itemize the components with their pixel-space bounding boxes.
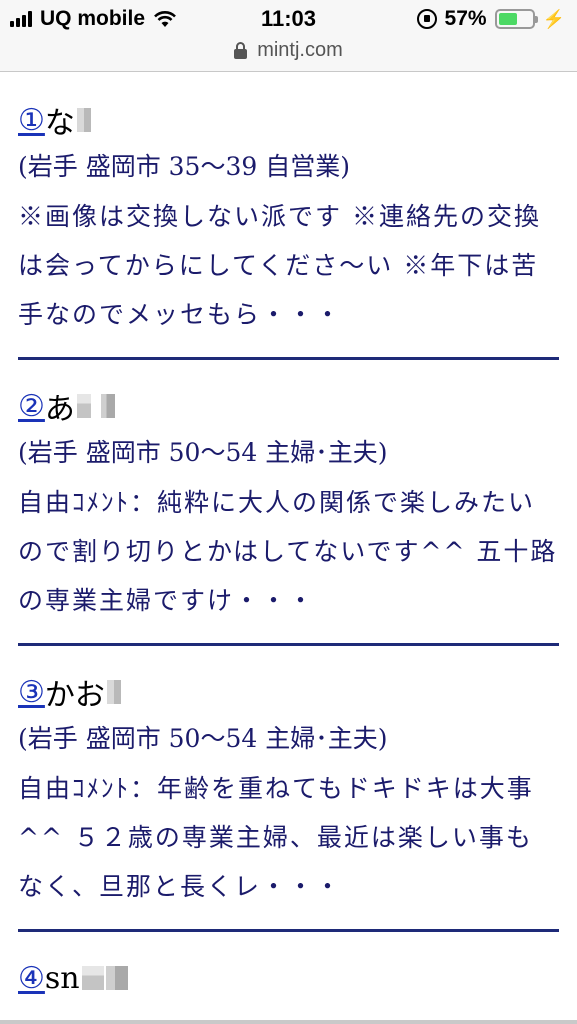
lock-icon [234, 42, 248, 59]
profile-list: ① な (岩手 盛岡市 35〜39 自営業) ※画像は交換しない派です ※連絡先… [18, 90, 559, 1000]
list-item: ④ sn [18, 948, 559, 1000]
divider [18, 929, 559, 932]
entry-number-link[interactable]: ④ [18, 961, 45, 996]
entry-name: あ [44, 392, 75, 427]
blurred-name [76, 394, 91, 418]
address-bar[interactable]: mintj.com [0, 38, 577, 72]
list-item: ① な (岩手 盛岡市 35〜39 自営業) ※画像は交換しない派です ※連絡先… [18, 90, 559, 360]
entry-number-link[interactable]: ② [18, 389, 45, 424]
entry-header: ① な [18, 98, 559, 142]
entry-name: な [44, 106, 75, 141]
blurred-name [106, 680, 121, 704]
url-text: mintj.com [257, 39, 343, 61]
entry-name: sn [44, 960, 80, 996]
battery-icon [494, 9, 538, 29]
entry-info: (岩手 盛岡市 50〜54 主婦･主夫) [18, 724, 388, 753]
divider [18, 357, 559, 360]
battery-fill [498, 13, 517, 25]
battery-percent: 57% [444, 7, 487, 30]
entry-text: 自由ｺﾒﾝﾄ：年齢を重ねてもドキドキは大事^^ ５２歳の専業主婦、最近は楽しい事… [18, 774, 534, 901]
rotation-lock-icon [416, 9, 437, 29]
entry-number-link[interactable]: ① [18, 103, 45, 138]
charging-icon: ⚡ [542, 8, 565, 29]
status-right: 57% ⚡ [416, 7, 565, 31]
divider [18, 643, 559, 646]
entry-header: ④ sn [18, 956, 559, 1000]
list-item: ② あ (岩手 盛岡市 50〜54 主婦･主夫) 自由ｺﾒﾝﾄ：純粋に大人の関係… [18, 376, 559, 646]
entry-text: 自由ｺﾒﾝﾄ：純粋に大人の関係で楽しみたいので割り切りとかはしてないです^^ 五… [18, 488, 558, 615]
status-bar: UQ mobile 11:03 57% ⚡ [0, 0, 577, 38]
blurred-name [76, 108, 91, 132]
entry-header: ③ かお [18, 670, 559, 714]
entry-name: かお [44, 678, 105, 713]
blurred-name [81, 966, 104, 990]
entry-info: (岩手 盛岡市 50〜54 主婦･主夫) [18, 438, 388, 467]
entry-text: ※画像は交換しない派です ※連絡先の交換は会ってからにしてくださ〜い ※年下は苦… [18, 202, 541, 329]
entry-number-link[interactable]: ③ [18, 675, 45, 710]
list-item: ③ かお (岩手 盛岡市 50〜54 主婦･主夫) 自由ｺﾒﾝﾄ：年齢を重ねても… [18, 662, 559, 932]
bottom-edge [0, 1020, 577, 1024]
entry-header: ② あ [18, 384, 559, 428]
blurred-name [100, 394, 115, 418]
blurred-name [105, 966, 128, 990]
entry-info: (岩手 盛岡市 35〜39 自営業) [18, 152, 350, 181]
